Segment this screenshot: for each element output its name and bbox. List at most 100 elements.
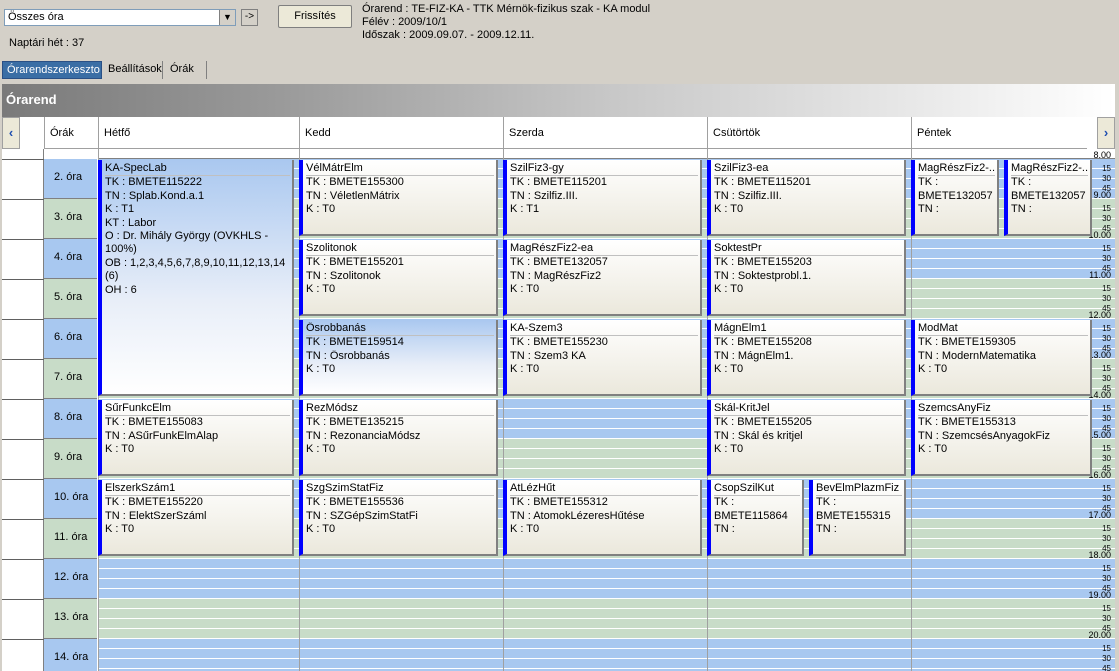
minute-tick: 15 [1102, 524, 1111, 533]
lesson-title: Ősrobbanás [306, 322, 494, 337]
nav-prev-icon[interactable]: ‹ [2, 117, 20, 149]
minute-tick: 30 [1102, 574, 1111, 583]
lesson-card[interactable]: RezMódsz TK : BMETE135215 TN : RezonanciaM… [299, 400, 498, 476]
lesson-detail: TK : BMETE115201 [510, 176, 608, 189]
lesson-card[interactable]: SoktestPr TK : BMETE155203 TN : Soktestpro… [707, 240, 906, 316]
lesson-detail: KT : Labor [105, 216, 157, 229]
hour-line [2, 599, 44, 600]
lesson-card[interactable]: SzilFiz3-ea TK : BMETE115201 TN : Szilfiz.… [707, 160, 906, 236]
lesson-title: KA-SpecLab [105, 162, 290, 177]
lesson-title: ModMat [918, 322, 1088, 337]
lesson-detail: TK : BMETE155312 [510, 496, 608, 509]
lesson-detail: TN : [1011, 203, 1032, 216]
lesson-title: MagRészFiz2-ea [510, 242, 698, 257]
lesson-title: AtLézHűt [510, 482, 698, 497]
lesson-card[interactable]: SzilFiz3-gy TK : BMETE115201 TN : Szilfiz.… [503, 160, 702, 236]
lesson-title: SzemcsAnyFiz [918, 402, 1088, 417]
refresh-button[interactable]: Frissítés [278, 5, 352, 28]
lesson-card[interactable]: Ősrobbanás TK : BMETE159514 TN : Ősrobbaná… [299, 320, 498, 396]
minute-tick: 30 [1102, 454, 1111, 463]
tab-settings[interactable]: Beállítások [104, 61, 163, 79]
minute-tick: 15 [1102, 564, 1111, 573]
lesson-title: CsopSzilKut [714, 482, 800, 497]
info-period: Időszak : 2009.09.07. - 2009.12.11. [362, 29, 535, 41]
lesson-title: KA-Szem3 [510, 322, 698, 337]
lesson-title: RezMódsz [306, 402, 494, 417]
lesson-detail: K : T0 [306, 443, 336, 456]
slot-label: 2. óra [44, 159, 97, 199]
lesson-detail: TN : [918, 203, 939, 216]
lesson-detail: TK : [1011, 176, 1032, 189]
column-header-day: Péntek [911, 117, 1087, 149]
lesson-card[interactable]: SűrFunkcElm TK : BMETE155083 TN : ASűrFunk… [98, 400, 294, 476]
hour-line [2, 639, 44, 640]
minute-tick: 30 [1102, 534, 1111, 543]
lesson-title: MagRészFiz2-... [918, 162, 995, 177]
minute-tick: 15 [1102, 204, 1111, 213]
lesson-card[interactable]: MágnElm1 TK : BMETE155208 TN : MágnElm1. K … [707, 320, 906, 396]
lesson-card[interactable]: SzgSzimStatFiz TK : BMETE155536 TN : SZGép… [299, 480, 498, 556]
lesson-detail: K : T0 [306, 203, 336, 216]
lesson-detail: TK : BMETE155230 [510, 336, 608, 349]
timetable-grid[interactable]: ‹ Órák › Hétfő Kedd Szerda Csütörtök Péntek 2… [2, 117, 1115, 671]
minute-tick: 15 [1102, 444, 1111, 453]
filter-combobox[interactable]: Összes óra ▼ [4, 9, 236, 26]
hour-tick: 12.00 [1088, 310, 1111, 320]
lesson-detail: K : T1 [105, 203, 135, 216]
lesson-card[interactable]: MagRészFiz2-... TK : BMETE132057 TN : [911, 160, 999, 236]
panel-title: Órarend [6, 92, 57, 107]
lesson-detail: TK : BMETE135215 [306, 416, 404, 429]
lesson-detail: TN : AtomokLézeresHűtése [510, 509, 645, 522]
timetable-info: Órarend : TE-FIZ-KA - TTK Mérnök-fizikus… [362, 3, 650, 42]
lesson-detail: K : T0 [510, 363, 540, 376]
panel-header: Órarend [2, 84, 1115, 117]
tab-lessons[interactable]: Órák [166, 61, 207, 79]
minute-tick: 30 [1102, 294, 1111, 303]
chevron-down-icon[interactable]: ▼ [219, 10, 235, 25]
lesson-detail: TK : BMETE155203 [714, 256, 812, 269]
lesson-detail: K : T0 [918, 443, 948, 456]
slot-row [98, 599, 1115, 639]
lesson-detail: K : T0 [714, 283, 744, 296]
lesson-detail: TK : BMETE155300 [306, 176, 404, 189]
column-header-day: Szerda [503, 117, 707, 149]
lesson-detail: TN : Ősrobbanás [306, 349, 390, 362]
lesson-detail: TK : [714, 496, 735, 509]
minute-tick: 15 [1102, 164, 1111, 173]
lesson-title: SűrFunkcElm [105, 402, 290, 417]
lesson-title: Skál-KritJel [714, 402, 902, 417]
lesson-title: SzgSzimStatFiz [306, 482, 494, 497]
lesson-card[interactable]: MagRészFiz2-ea TK : BMETE132057 TN : MagRé… [503, 240, 702, 316]
nav-next-icon[interactable]: › [1097, 117, 1115, 149]
lesson-card[interactable]: KA-SpecLab TK : BMETE115222 TN : Splab.Kon… [98, 160, 294, 396]
go-button[interactable]: -> [241, 9, 258, 26]
info-timetable: Órarend : TE-FIZ-KA - TTK Mérnök-fizikus… [362, 3, 651, 15]
lesson-card[interactable]: AtLézHűt TK : BMETE155312 TN : AtomokLézer… [503, 480, 702, 556]
lesson-card[interactable]: ElszerkSzám1 TK : BMETE155220 TN : ElektSz… [98, 480, 294, 556]
minute-tick: 30 [1102, 494, 1111, 503]
minute-tick: 30 [1102, 654, 1111, 663]
lesson-card[interactable]: KA-Szem3 TK : BMETE155230 TN : Szem3 KA K :… [503, 320, 702, 396]
slot-row [98, 559, 1115, 599]
hour-line [2, 319, 44, 320]
lesson-card[interactable]: SzemcsAnyFiz TK : BMETE155313 TN : Szemcsé… [911, 400, 1092, 476]
lesson-card[interactable]: VélMátrElm TK : BMETE155300 TN : VéletlenM… [299, 160, 498, 236]
lesson-card[interactable]: CsopSzilKut TK : BMETE115864 TN : [707, 480, 804, 556]
tab-timetable-editor[interactable]: Órarendszerkeszto [2, 61, 102, 79]
lesson-card[interactable]: ModMat TK : BMETE159305 TN : ModernMatemat… [911, 320, 1092, 396]
lesson-detail: TK : BMETE155220 [105, 496, 203, 509]
lesson-detail: TK : BMETE155313 [918, 416, 1016, 429]
minute-tick: 30 [1102, 214, 1111, 223]
lesson-detail: TN : MagRészFiz2 [510, 269, 602, 282]
lesson-card[interactable]: Skál-KritJel TK : BMETE155205 TN : Skál és… [707, 400, 906, 476]
lesson-card[interactable]: MagRészFiz2-... TK : BMETE132057 TN : [1004, 160, 1092, 236]
lesson-detail: K : T0 [918, 363, 948, 376]
lesson-detail: TK : BMETE159305 [918, 336, 1016, 349]
lesson-detail: TK : BMETE155201 [306, 256, 404, 269]
lesson-card[interactable]: BevElmPlazmFiz TK : BMETE155315 TN : [809, 480, 906, 556]
slot-label: 4. óra [44, 239, 97, 279]
lesson-detail: K : T1 [510, 203, 540, 216]
slot-label: 8. óra [44, 399, 97, 439]
lesson-card[interactable]: Szolitonok TK : BMETE155201 TN : Szolitono… [299, 240, 498, 316]
minute-tick: 15 [1102, 484, 1111, 493]
